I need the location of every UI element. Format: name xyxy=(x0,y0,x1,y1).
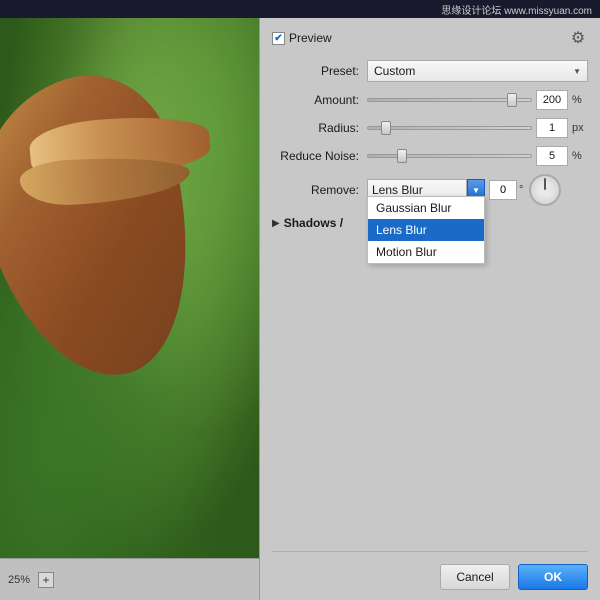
radius-slider-thumb[interactable] xyxy=(381,121,391,135)
header-row: ✔ Preview ⚙ xyxy=(272,28,588,48)
radius-row: Radius: 1 px xyxy=(272,118,588,138)
main-container: 25% + ✔ Preview ⚙ Preset: Custom ▼ xyxy=(0,18,600,600)
gear-button[interactable]: ⚙ xyxy=(568,28,588,48)
buttons-area: Cancel OK xyxy=(272,551,588,590)
reduce-noise-unit: % xyxy=(572,150,588,162)
amount-row: Amount: 200 % xyxy=(272,90,588,110)
radius-slider-row: 1 px xyxy=(367,118,588,138)
preset-label: Preset: xyxy=(272,64,367,78)
degree-symbol: ° xyxy=(519,184,523,196)
amount-slider-thumb[interactable] xyxy=(507,93,517,107)
expand-triangle-icon[interactable]: ▶ xyxy=(272,218,280,229)
zoom-plus-button[interactable]: + xyxy=(38,572,54,588)
amount-slider-track[interactable] xyxy=(367,98,532,102)
angle-wheel[interactable] xyxy=(529,174,561,206)
cancel-label: Cancel xyxy=(456,570,493,584)
angle-value: 0 xyxy=(500,184,506,196)
radius-label: Radius: xyxy=(272,121,367,135)
reduce-noise-row: Reduce Noise: 5 % xyxy=(272,146,588,166)
amount-slider-row: 200 % xyxy=(367,90,588,110)
remove-selected-value: Lens Blur xyxy=(372,183,462,197)
preset-value: Custom xyxy=(374,64,573,78)
preset-arrow-icon: ▼ xyxy=(573,67,581,76)
cancel-button[interactable]: Cancel xyxy=(440,564,510,590)
reduce-noise-slider-track[interactable] xyxy=(367,154,532,158)
reduce-noise-value[interactable]: 5 xyxy=(536,146,568,166)
remove-row: Remove: Lens Blur ▼ Gaussian Blur Lens B… xyxy=(272,174,588,206)
preview-label: Preview xyxy=(289,31,332,45)
amount-label: Amount: xyxy=(272,93,367,107)
watermark-bar: 思缘设计论坛 www.missyuan.com xyxy=(0,0,600,18)
radius-slider-track[interactable] xyxy=(367,126,532,130)
plus-icon: + xyxy=(43,573,50,587)
radius-unit: px xyxy=(572,122,588,134)
remove-option-motion-blur[interactable]: Motion Blur xyxy=(368,241,484,263)
gear-icon: ⚙ xyxy=(571,28,585,48)
check-mark: ✔ xyxy=(274,33,282,44)
ok-button[interactable]: OK xyxy=(518,564,588,590)
image-bottom-bar: 25% + xyxy=(0,558,259,600)
preview-checkbox[interactable]: ✔ xyxy=(272,32,285,45)
bird-image xyxy=(0,18,259,558)
image-panel: 25% + xyxy=(0,18,260,600)
remove-option-lens-blur[interactable]: Lens Blur xyxy=(368,219,484,241)
remove-option-gaussian-blur[interactable]: Gaussian Blur xyxy=(368,197,484,219)
amount-value[interactable]: 200 xyxy=(536,90,568,110)
reduce-noise-label: Reduce Noise: xyxy=(272,149,367,163)
watermark-text: 思缘设计论坛 www.missyuan.com xyxy=(441,2,592,17)
angle-line xyxy=(544,178,546,190)
right-panel: ✔ Preview ⚙ Preset: Custom ▼ Amount: xyxy=(260,18,600,600)
reduce-noise-slider-row: 5 % xyxy=(367,146,588,166)
shadows-label: Shadows / xyxy=(284,216,343,230)
zoom-level: 25% xyxy=(8,574,30,586)
amount-unit: % xyxy=(572,94,588,106)
radius-value[interactable]: 1 xyxy=(536,118,568,138)
preview-area: ✔ Preview xyxy=(272,31,332,45)
remove-label: Remove: xyxy=(272,183,367,197)
reduce-noise-slider-thumb[interactable] xyxy=(397,149,407,163)
ok-label: OK xyxy=(544,570,562,584)
preset-row: Preset: Custom ▼ xyxy=(272,60,588,82)
remove-arrow-icon: ▼ xyxy=(472,186,480,195)
remove-dropdown-menu: Gaussian Blur Lens Blur Motion Blur xyxy=(367,196,485,264)
preset-dropdown[interactable]: Custom ▼ xyxy=(367,60,588,82)
angle-input[interactable]: 0 xyxy=(489,180,517,200)
